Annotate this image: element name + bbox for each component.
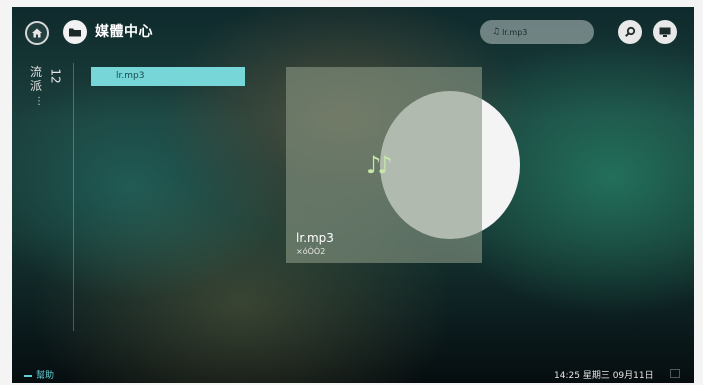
folder-button[interactable] (63, 20, 87, 44)
status-indicator-icon (670, 369, 680, 378)
home-button[interactable] (25, 21, 49, 45)
sidebar-genre-label[interactable]: 流派 (30, 65, 44, 93)
status-clock: 14:25 星期三 09月11日 (554, 368, 654, 381)
help-button[interactable]: 幫助 (24, 368, 54, 381)
album-card[interactable]: ♪♪ lr.mp3 ×óÒÒ2 (286, 67, 482, 263)
now-playing-pill[interactable]: ♫ lr.mp3 (480, 20, 594, 44)
sidebar-divider (73, 63, 74, 331)
media-center-screen: 媒體中心 ♫ lr.mp3 流派 12 ⋮ lr.mp3 ♪♪ lr.mp3 ×… (12, 7, 694, 383)
help-dash-icon (24, 374, 32, 377)
list-item[interactable]: lr.mp3 (91, 67, 245, 86)
help-label: 幫助 (36, 371, 55, 381)
music-notes-icon: ♪♪ (366, 151, 393, 179)
album-subtitle: ×óÒÒ2 (296, 247, 326, 256)
search-button[interactable] (618, 20, 642, 44)
tv-screen-icon (659, 27, 671, 37)
sidebar-more-icon[interactable]: ⋮ (34, 97, 44, 107)
clock-time: 14:25 (554, 371, 580, 381)
search-icon (625, 26, 636, 37)
sidebar-count: 12 (48, 68, 63, 84)
screen-button[interactable] (653, 20, 677, 44)
home-icon (32, 28, 42, 38)
music-notes-icon: ♫ (492, 27, 501, 37)
folder-icon (69, 28, 81, 37)
now-playing-label: lr.mp3 (502, 27, 528, 37)
clock-day: 星期三 (582, 371, 610, 381)
page-title: 媒體中心 (95, 24, 153, 40)
clock-date: 09月11日 (612, 371, 654, 381)
album-title: lr.mp3 (296, 231, 334, 245)
